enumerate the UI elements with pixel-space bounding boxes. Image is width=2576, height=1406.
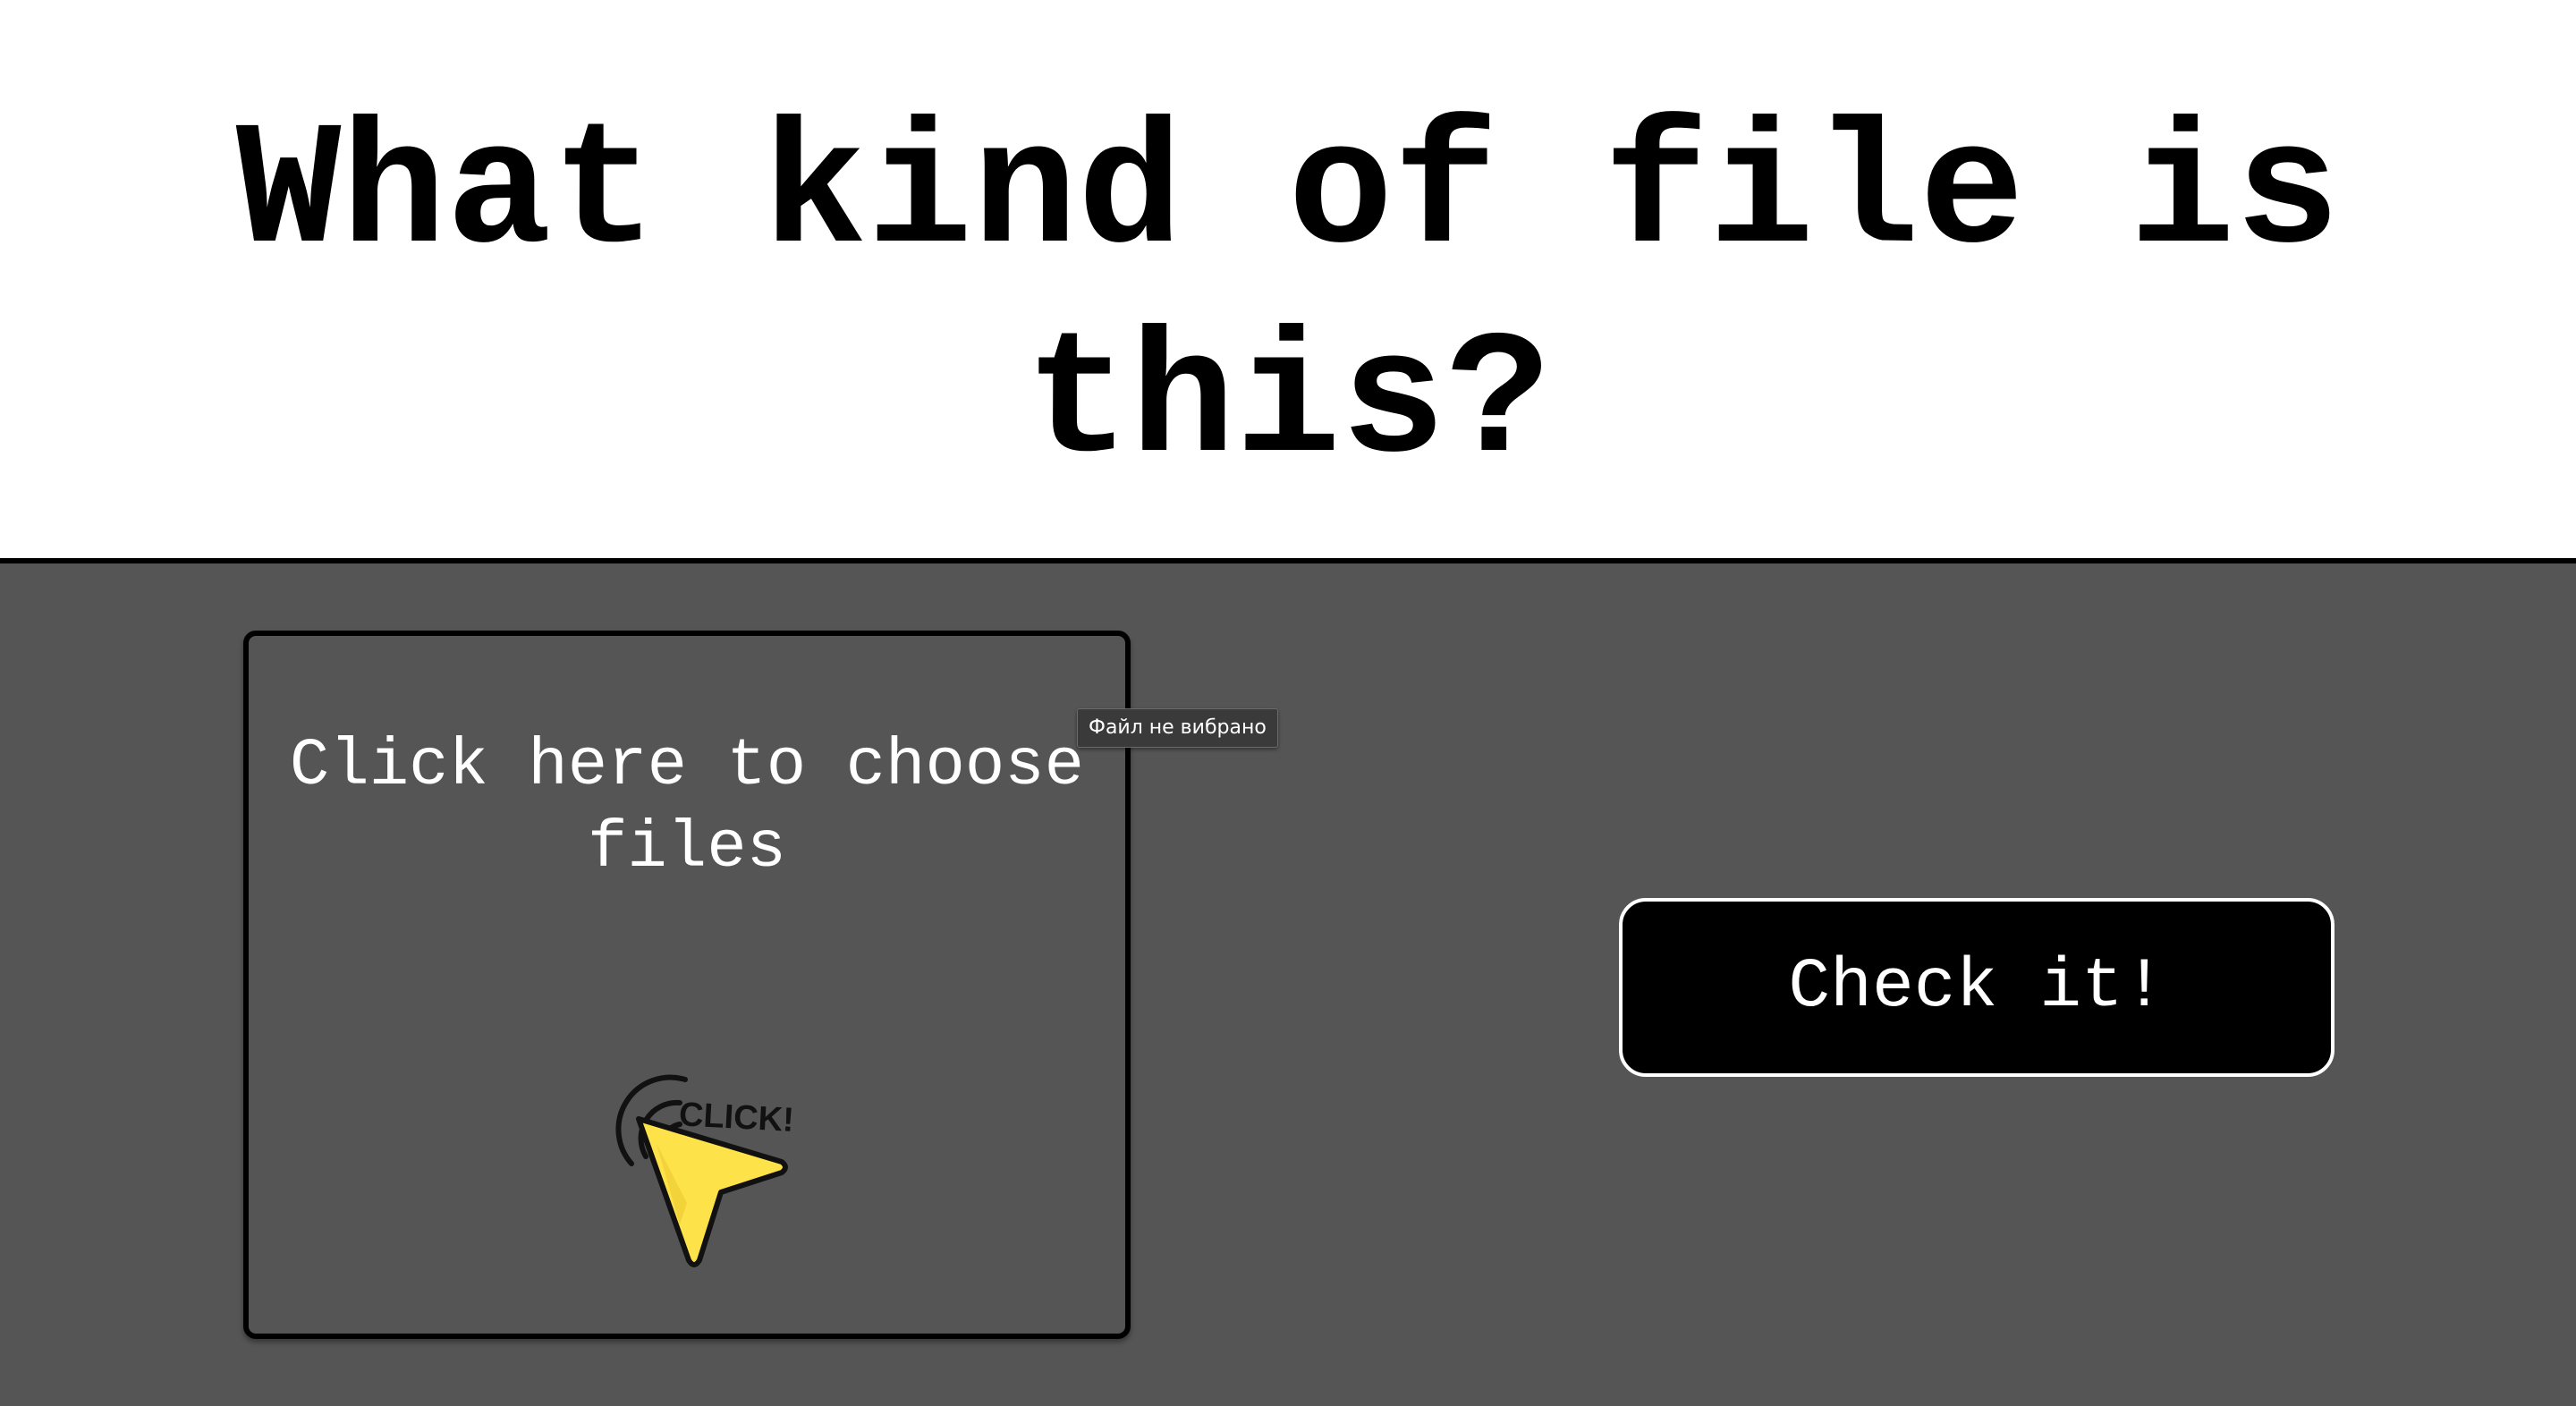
header: What kind of file is this? xyxy=(0,0,2576,558)
file-upload-label: Click here to choose files xyxy=(289,729,1085,886)
main-panel: Click here to choose files CLICK! Файл н… xyxy=(0,563,2576,1406)
click-cursor-icon: CLICK! xyxy=(615,1074,795,1267)
click-illustration-text: CLICK! xyxy=(678,1096,795,1139)
file-upload-dropzone[interactable]: Click here to choose files CLICK! xyxy=(243,631,1131,1339)
page: What kind of file is this? Click here to… xyxy=(0,0,2576,1406)
page-title: What kind of file is this? xyxy=(235,95,2341,503)
check-it-button[interactable]: Check it! xyxy=(1619,898,2334,1077)
no-file-chosen-tooltip: Файл не вибрано xyxy=(1077,708,1278,748)
